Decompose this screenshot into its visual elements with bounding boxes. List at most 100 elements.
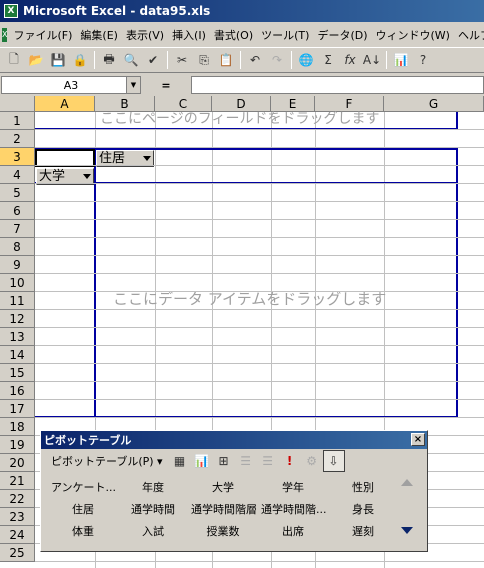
pivot-field-item[interactable]: 通学時間階... <box>261 501 327 517</box>
permission-icon[interactable]: 🔒 <box>69 49 91 71</box>
print-icon[interactable]: 🖶 <box>98 49 120 71</box>
grid-line <box>35 147 484 148</box>
pivot-toolbar-buttons: ピボットテーブル(P) ▾ ▦ 📊 ⊞ ☰ ☰ ! ⚙ ⇩ <box>41 449 427 473</box>
row-header[interactable]: 13 <box>0 328 35 346</box>
menu-file[interactable]: ファイル(F) <box>9 27 76 43</box>
field-settings-icon[interactable]: ⚙ <box>301 450 323 472</box>
row-header[interactable]: 7 <box>0 220 35 238</box>
pivot-field-item[interactable]: 性別 <box>331 479 395 495</box>
row-field-label: 大学 <box>39 169 66 184</box>
page-field-drop-hint[interactable]: ここにページのフィールドをドラッグします <box>100 108 379 128</box>
row-header[interactable]: 23 <box>0 508 35 526</box>
row-header[interactable]: 22 <box>0 490 35 508</box>
formula-input[interactable] <box>191 76 484 94</box>
pivot-wizard-icon[interactable]: ⊞ <box>213 450 235 472</box>
print-preview-icon[interactable]: 🔍 <box>120 49 142 71</box>
column-header-a[interactable]: A <box>35 96 95 112</box>
menu-edit[interactable]: 編集(E) <box>76 27 122 43</box>
save-icon[interactable]: 💾 <box>47 49 69 71</box>
pivot-page-border <box>456 112 458 130</box>
new-file-icon[interactable]: 🗋 <box>3 49 25 71</box>
pivot-field-item[interactable]: 遅刻 <box>331 523 395 539</box>
hyperlink-icon[interactable]: 🌐 <box>295 49 317 71</box>
copy-icon[interactable]: ⎘ <box>193 49 215 71</box>
chevron-down-icon <box>143 156 151 161</box>
pivot-field-item[interactable]: 学年 <box>261 479 325 495</box>
pivot-table-toolbar[interactable]: ピボットテーブル × ピボットテーブル(P) ▾ ▦ 📊 ⊞ ☰ ☰ ! ⚙ ⇩… <box>40 430 428 552</box>
row-header[interactable]: 1 <box>0 112 35 130</box>
formula-equals[interactable]: = <box>141 79 191 92</box>
row-header[interactable]: 4 <box>0 166 35 184</box>
autosum-icon[interactable]: Σ <box>317 49 339 71</box>
function-icon[interactable]: fx <box>339 49 361 71</box>
open-icon[interactable]: 📂 <box>25 49 47 71</box>
sort-ascending-icon[interactable]: A↓ <box>361 49 383 71</box>
pivot-field-item[interactable]: 体重 <box>51 523 115 539</box>
menu-bar: X ファイル(F) 編集(E) 表示(V) 挿入(I) 書式(O) ツール(T)… <box>0 24 484 45</box>
pivot-field-item[interactable]: 通学時間階層 <box>191 501 257 517</box>
spelling-icon[interactable]: ✔ <box>142 49 164 71</box>
show-field-list-icon[interactable]: ⇩ <box>322 450 345 472</box>
menu-window[interactable]: ウィンドウ(W) <box>372 27 454 43</box>
pivot-field-item[interactable]: 身長 <box>331 501 395 517</box>
toolbar-separator <box>167 51 168 69</box>
pivot-field-item[interactable]: 大学 <box>191 479 255 495</box>
name-box[interactable]: A3 ▼ <box>1 76 141 94</box>
paste-icon[interactable]: 📋 <box>215 49 237 71</box>
redo-icon[interactable]: ↷ <box>266 49 288 71</box>
select-all-corner[interactable] <box>0 96 35 112</box>
menu-data[interactable]: データ(D) <box>313 27 371 43</box>
row-header[interactable]: 2 <box>0 130 35 148</box>
scroll-up-icon[interactable] <box>401 479 413 486</box>
grid-line <box>35 309 484 310</box>
row-header[interactable]: 6 <box>0 202 35 220</box>
pivot-field-item[interactable]: 住居 <box>51 501 115 517</box>
pivot-field-item[interactable]: 年度 <box>121 479 185 495</box>
pivot-field-item[interactable]: 入試 <box>121 523 185 539</box>
menu-format[interactable]: 書式(O) <box>210 27 257 43</box>
workbook-icon[interactable]: X <box>2 27 8 42</box>
undo-icon[interactable]: ↶ <box>244 49 266 71</box>
pivot-field-item[interactable]: 通学時間 <box>121 501 185 517</box>
row-header[interactable]: 25 <box>0 544 35 562</box>
pivot-field-item[interactable]: 授業数 <box>191 523 255 539</box>
hide-detail-icon[interactable]: ☰ <box>235 450 257 472</box>
refresh-data-icon[interactable]: ! <box>279 450 301 472</box>
toolbar-separator <box>94 51 95 69</box>
pivot-field-item[interactable]: 出席 <box>261 523 325 539</box>
close-icon[interactable]: × <box>411 433 425 446</box>
cut-icon[interactable]: ✂ <box>171 49 193 71</box>
row-header[interactable]: 3 <box>0 148 35 166</box>
standard-toolbar: 🗋 📂 💾 🔒 🖶 🔍 ✔ ✂ ⎘ 📋 ↶ ↷ 🌐 Σ fx A↓ 📊 ? <box>0 47 484 73</box>
menu-view[interactable]: 表示(V) <box>122 27 168 43</box>
row-header[interactable]: 24 <box>0 526 35 544</box>
chart-icon[interactable]: 📊 <box>390 49 412 71</box>
pivot-toolbar-titlebar[interactable]: ピボットテーブル × <box>41 431 427 449</box>
row-header[interactable]: 5 <box>0 184 35 202</box>
row-header[interactable]: 14 <box>0 346 35 364</box>
menu-help[interactable]: ヘルプ <box>454 27 484 43</box>
row-header[interactable]: 16 <box>0 382 35 400</box>
scroll-down-icon[interactable] <box>401 527 413 534</box>
menu-insert[interactable]: 挿入(I) <box>168 27 210 43</box>
pivot-field-item[interactable]: アンケート... <box>51 479 116 495</box>
menu-tools[interactable]: ツール(T) <box>257 27 313 43</box>
row-header[interactable]: 10 <box>0 274 35 292</box>
row-header[interactable]: 20 <box>0 454 35 472</box>
row-header[interactable]: 12 <box>0 310 35 328</box>
pivot-chart-icon[interactable]: 📊 <box>191 450 213 472</box>
row-header[interactable]: 19 <box>0 436 35 454</box>
row-header[interactable]: 15 <box>0 364 35 382</box>
column-header-g[interactable]: G <box>384 96 484 112</box>
row-header[interactable]: 21 <box>0 472 35 490</box>
row-header[interactable]: 17 <box>0 400 35 418</box>
row-header[interactable]: 18 <box>0 418 35 436</box>
pivot-table-menu[interactable]: ピボットテーブル(P) ▾ <box>51 453 163 469</box>
row-header[interactable]: 9 <box>0 256 35 274</box>
row-header[interactable]: 11 <box>0 292 35 310</box>
chevron-down-icon[interactable]: ▼ <box>126 77 140 93</box>
show-detail-icon[interactable]: ☰ <box>257 450 279 472</box>
row-header[interactable]: 8 <box>0 238 35 256</box>
format-report-icon[interactable]: ▦ <box>169 450 191 472</box>
help-icon[interactable]: ? <box>412 49 434 71</box>
